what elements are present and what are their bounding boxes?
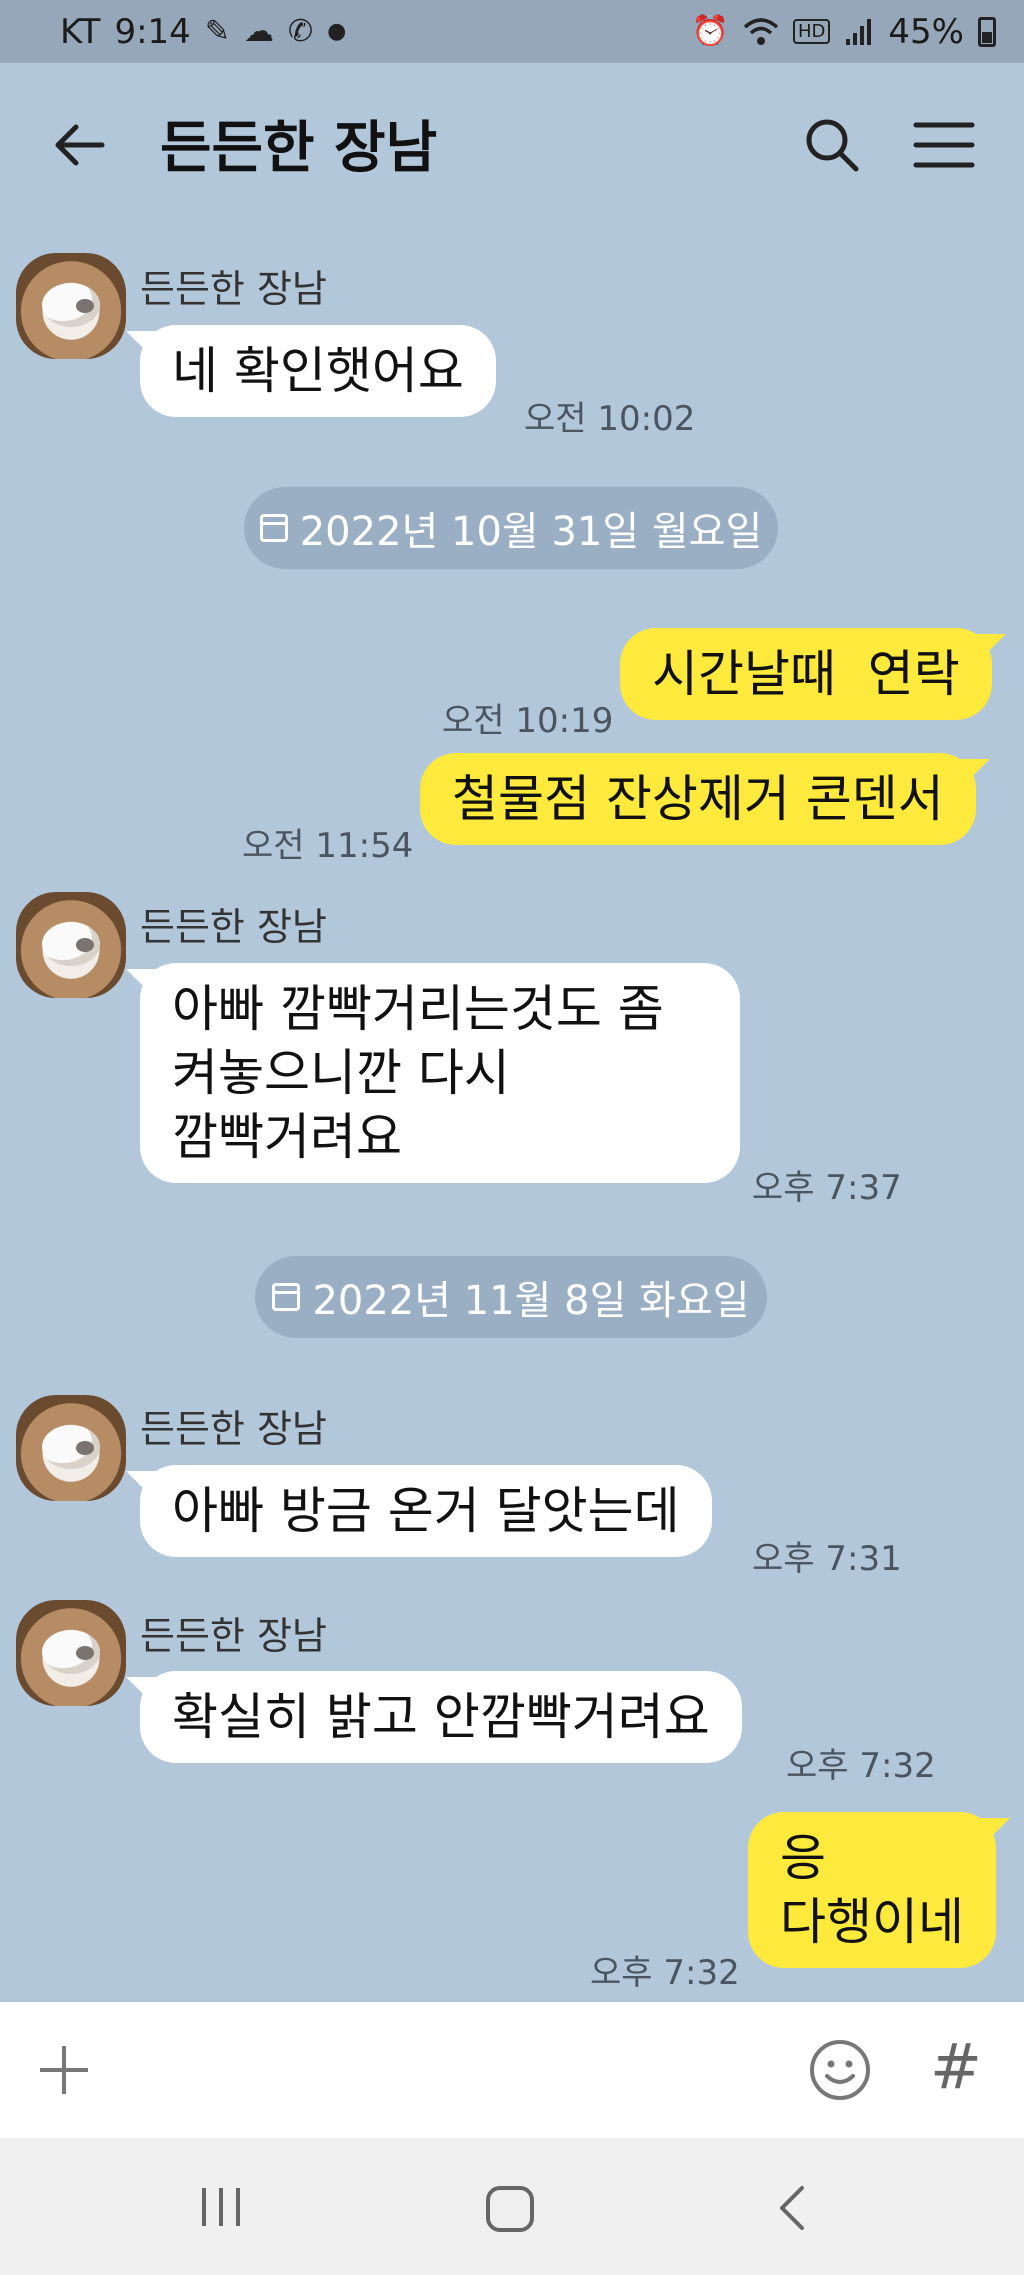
status-left: KT 9:14 ✎ ☁ ✆ ● <box>60 12 346 52</box>
avatar[interactable] <box>16 892 126 998</box>
date-separator: 2022년 10월 31일 월요일 <box>244 487 778 569</box>
clock: 9:14 <box>114 11 191 52</box>
back-arrow-icon[interactable] <box>50 115 110 175</box>
received-message-bubble[interactable]: 아빠 깜빡거리는것도 좀 켜놓으니깐 다시 깜빡거려요 <box>140 963 740 1183</box>
sender-name: 든든한 장남 <box>140 905 327 949</box>
message-input-bar: # <box>0 2002 1024 2138</box>
sent-message-bubble[interactable]: 철물점 잔상제거 콘덴서 <box>420 753 976 845</box>
message-time: 오전 10:02 <box>524 399 696 439</box>
status-bar: KT 9:14 ✎ ☁ ✆ ● ⏰ HD 45% <box>0 0 1024 63</box>
date-separator-label: 2022년 11월 8일 화요일 <box>312 1278 750 1324</box>
avatar[interactable] <box>16 1395 126 1501</box>
calendar-icon <box>259 514 288 542</box>
hashtag-search-button[interactable]: # <box>930 2030 982 2103</box>
message-time: 오전 11:54 <box>242 826 414 866</box>
plus-icon[interactable] <box>36 2042 92 2098</box>
received-message-bubble[interactable]: 아빠 방금 온거 달앗는데 <box>140 1465 712 1557</box>
home-icon[interactable] <box>482 2182 538 2238</box>
menu-icon[interactable] <box>912 115 976 175</box>
sent-message-bubble[interactable]: 시간날때 연락 <box>620 628 992 720</box>
calendar-icon <box>272 1283 301 1311</box>
carrier-label: KT <box>60 11 101 52</box>
nav-back-icon[interactable] <box>772 2182 812 2234</box>
status-right: ⏰ HD 45% <box>692 12 996 52</box>
sender-name: 든든한 장남 <box>140 267 327 311</box>
notification-app-icon: ✎ <box>204 13 230 49</box>
search-icon[interactable] <box>800 113 864 177</box>
date-separator: 2022년 11월 8일 화요일 <box>255 1256 767 1338</box>
received-message-bubble[interactable]: 네 확인햇어요 <box>140 325 496 417</box>
recent-apps-icon[interactable] <box>196 2182 246 2232</box>
message-time: 오후 7:32 <box>786 1746 936 1786</box>
date-separator-label: 2022년 10월 31일 월요일 <box>299 509 763 555</box>
chat-title: 든든한 장남 <box>160 116 438 181</box>
message-time: 오후 7:31 <box>752 1539 902 1579</box>
battery-icon <box>978 16 996 47</box>
signal-icon <box>846 18 872 45</box>
alarm-icon: ⏰ <box>691 13 730 49</box>
emoji-icon[interactable] <box>808 2038 872 2102</box>
avatar[interactable] <box>16 253 126 359</box>
message-time: 오후 7:37 <box>752 1168 902 1208</box>
cloud-icon: ☁ <box>243 13 274 49</box>
battery-percent: 45% <box>888 11 964 52</box>
message-time: 오전 10:19 <box>442 701 614 741</box>
more-notifications-dot-icon: ● <box>327 18 347 44</box>
avatar[interactable] <box>16 1600 126 1706</box>
wifi-icon <box>743 17 779 45</box>
sender-name: 든든한 장남 <box>140 1407 327 1451</box>
hd-badge: HD <box>793 19 831 44</box>
system-nav-bar <box>0 2138 1024 2275</box>
chat-header: 든든한 장남 <box>0 63 1024 223</box>
sender-name: 든든한 장남 <box>140 1614 327 1658</box>
message-time: 오후 7:32 <box>590 1953 740 1993</box>
call-icon: ✆ <box>287 13 314 49</box>
received-message-bubble[interactable]: 확실히 밝고 안깜빡거려요 <box>140 1671 742 1763</box>
sent-message-bubble[interactable]: 응 다행이네 <box>748 1812 996 1968</box>
